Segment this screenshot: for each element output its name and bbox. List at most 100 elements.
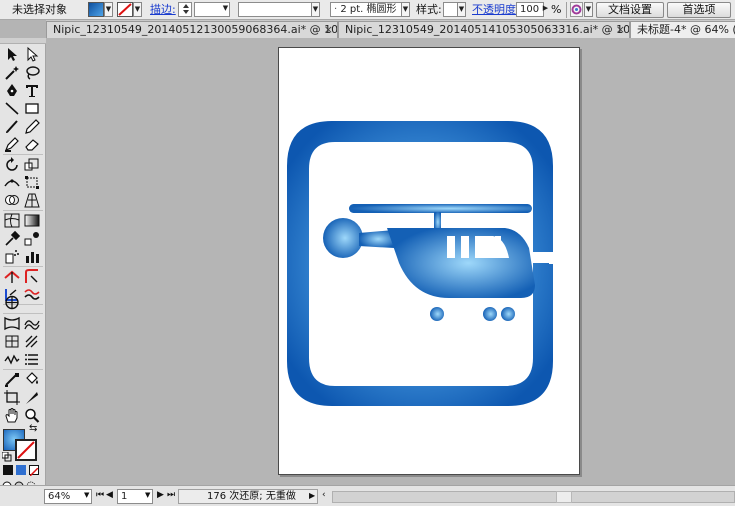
- rectangle-tool-icon[interactable]: [23, 100, 41, 117]
- stroke-label-link[interactable]: 描边:: [150, 2, 176, 18]
- helicopter-icon[interactable]: [279, 48, 579, 474]
- scale-tool-icon[interactable]: [23, 156, 41, 173]
- fill-swatch[interactable]: [88, 2, 104, 17]
- no-stroke-icon: [17, 441, 35, 459]
- tab-document-3[interactable]: 未标题-4* @ 64% (CMYK/...: [630, 21, 735, 38]
- recolor-artwork-button[interactable]: [570, 2, 583, 17]
- tool-divider: [3, 369, 43, 370]
- globe-tool-icon[interactable]: [3, 294, 21, 311]
- column-graph-tool-icon[interactable]: [23, 248, 41, 265]
- blob-brush-tool-icon[interactable]: [3, 136, 21, 153]
- page-dropdown-icon[interactable]: ▼: [145, 489, 153, 504]
- opacity-label-link[interactable]: 不透明度:: [472, 2, 520, 18]
- hand-tool-icon[interactable]: [3, 407, 21, 424]
- page-value: 1: [121, 491, 128, 502]
- next-page-icon[interactable]: ▶: [157, 489, 165, 504]
- direct-selection-tool-icon[interactable]: [23, 46, 41, 63]
- warp-tool-icon[interactable]: [23, 315, 41, 332]
- panel-grip[interactable]: [0, 38, 46, 44]
- gradient-tool-icon[interactable]: [23, 212, 41, 229]
- stepper-arrows-icon: [183, 4, 189, 14]
- artboard-tool-icon[interactable]: [3, 389, 21, 406]
- opacity-dropdown[interactable]: ▶: [541, 2, 550, 17]
- selection-status: 未选择对象: [12, 3, 67, 16]
- status-info[interactable]: 176 次还原; 无重做: [178, 489, 318, 504]
- none-mode-icon[interactable]: [29, 465, 39, 477]
- brush-stroke-tool-icon[interactable]: [3, 371, 21, 388]
- blend-tool-icon[interactable]: [23, 230, 41, 247]
- variable-width-dropdown[interactable]: ▼: [311, 2, 320, 17]
- status-bar: 64% ▼ ⏮ ◀ 1 ▼ ▶ ⏭ 176 次还原; 无重做 ▶ ‹: [0, 485, 735, 506]
- free-transform-tool-icon[interactable]: [23, 174, 41, 191]
- stroke-dropdown[interactable]: ▼: [133, 2, 142, 17]
- red-wave-tool-icon[interactable]: [23, 286, 41, 303]
- brush-definition-dropdown[interactable]: ▼: [401, 2, 410, 17]
- tab-label: 未标题-4* @ 64% (CMYK/...: [637, 23, 735, 36]
- slice-tool-icon[interactable]: [23, 389, 41, 406]
- canvas-workspace[interactable]: [46, 38, 735, 485]
- selection-tool-icon[interactable]: [3, 46, 21, 63]
- control-bar: 未选择对象 ▼ ▼ 描边: ▼ ▼ · 2 pt. 椭圆形 ▼ 样式: ▼ 不透…: [0, 0, 735, 20]
- mesh-tool-icon[interactable]: [3, 212, 21, 229]
- stroke-weight-stepper[interactable]: [178, 2, 192, 17]
- red-curve-tool-icon[interactable]: [23, 268, 41, 285]
- graphic-style-dropdown[interactable]: ▼: [457, 2, 466, 17]
- swap-fill-stroke-icon[interactable]: ⇆: [29, 423, 41, 435]
- color-wheel-icon: [571, 4, 582, 15]
- scroll-left-icon[interactable]: ‹: [322, 489, 330, 504]
- eraser-tool-icon[interactable]: [23, 136, 41, 153]
- default-colors-icon[interactable]: [1, 451, 12, 462]
- zoom-tool-icon[interactable]: [23, 407, 41, 424]
- divider: [566, 2, 567, 18]
- red-shape-tool-icon[interactable]: [3, 268, 21, 285]
- hatch-tool-icon[interactable]: [23, 333, 41, 350]
- artboard[interactable]: [278, 47, 580, 475]
- eyedropper-tool-icon[interactable]: [3, 230, 21, 247]
- shape-builder-tool-icon[interactable]: [3, 192, 21, 209]
- type-tool-icon[interactable]: [23, 82, 41, 99]
- document-setup-button[interactable]: 文档设置: [596, 2, 664, 18]
- width-tool-icon[interactable]: [3, 174, 21, 191]
- variable-width-field[interactable]: [238, 2, 320, 17]
- tab-document-2[interactable]: Nipic_12310549_20140514105305063316.ai* …: [338, 21, 630, 38]
- gradient-mode-icon[interactable]: [16, 465, 26, 475]
- symbol-sprayer-tool-icon[interactable]: [3, 248, 21, 265]
- tab-document-1[interactable]: Nipic_12310549_20140512130059068364.ai* …: [46, 21, 338, 38]
- warp-envelope-tool-icon[interactable]: [3, 315, 21, 332]
- horizontal-scrollbar[interactable]: [332, 491, 735, 503]
- tab-label: Nipic_12310549_20140514105305063316.ai* …: [345, 23, 630, 36]
- graphic-style-swatch[interactable]: [443, 2, 458, 17]
- preferences-button[interactable]: 首选项: [667, 2, 731, 18]
- paintbrush-tool-icon[interactable]: [3, 118, 21, 135]
- list-tool-icon[interactable]: [23, 351, 41, 368]
- opacity-field[interactable]: 100: [516, 2, 544, 17]
- first-page-icon[interactable]: ⏮: [96, 489, 104, 504]
- fill-dropdown[interactable]: ▼: [104, 2, 113, 17]
- line-segment-tool-icon[interactable]: [3, 100, 21, 117]
- chart-grid-tool-icon[interactable]: [3, 333, 21, 350]
- status-menu-arrow-icon[interactable]: ▶: [309, 489, 317, 504]
- bucket-tool-icon[interactable]: [23, 371, 41, 388]
- color-mode-icon[interactable]: [3, 465, 13, 475]
- previous-page-icon[interactable]: ◀: [106, 489, 114, 504]
- zoom-dropdown-icon[interactable]: ▼: [84, 489, 92, 504]
- magic-wand-tool-icon[interactable]: [3, 64, 21, 81]
- lasso-tool-icon[interactable]: [23, 64, 41, 81]
- perspective-grid-tool-icon[interactable]: [23, 192, 41, 209]
- recolor-dropdown[interactable]: ▼: [584, 2, 593, 17]
- last-page-icon[interactable]: ⏭: [167, 489, 175, 504]
- status-text: 176 次还原; 无重做: [207, 491, 296, 502]
- rotate-tool-icon[interactable]: [3, 156, 21, 173]
- stroke-indicator[interactable]: [15, 439, 37, 461]
- close-icon[interactable]: ×: [616, 22, 625, 37]
- wave-tool-icon[interactable]: [3, 351, 21, 368]
- style-label: 样式:: [416, 3, 442, 16]
- brush-definition-field[interactable]: · 2 pt. 椭圆形: [330, 2, 408, 17]
- stroke-weight-dropdown[interactable]: ▼: [221, 2, 230, 17]
- stroke-swatch[interactable]: [117, 2, 133, 17]
- scrollbar-thumb[interactable]: [556, 491, 572, 503]
- pencil-tool-icon[interactable]: [23, 118, 41, 135]
- close-icon[interactable]: ×: [324, 22, 333, 37]
- pen-tool-icon[interactable]: [3, 82, 21, 99]
- no-stroke-icon: [118, 3, 132, 16]
